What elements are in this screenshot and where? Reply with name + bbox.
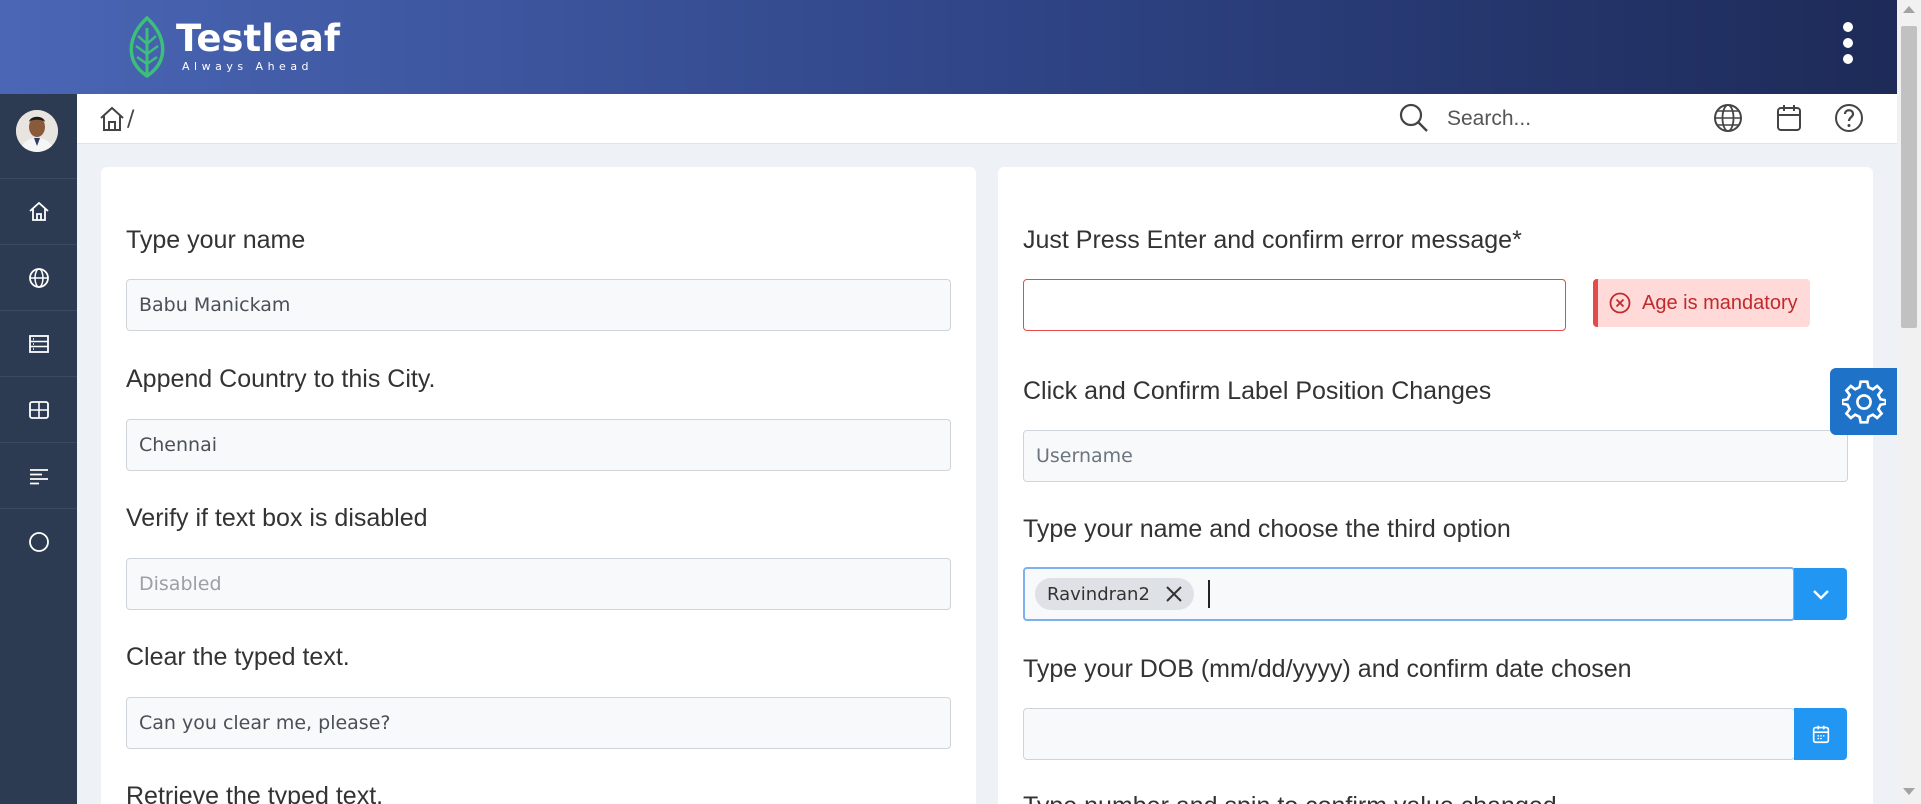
clear-text-input[interactable]: Can you clear me, please?: [126, 697, 951, 749]
scroll-down-icon[interactable]: [1903, 788, 1915, 795]
sidebar-item-server[interactable]: [0, 310, 77, 376]
help-icon[interactable]: [1832, 101, 1866, 135]
chip-remove-icon[interactable]: [1162, 582, 1186, 606]
scrollbar-thumb[interactable]: [1901, 26, 1917, 328]
chevron-down-icon: [1812, 590, 1829, 600]
dob-label: Type your DOB (mm/dd/yyyy) and confirm d…: [1023, 655, 1632, 683]
label-position-label: Click and Confirm Label Position Changes: [1023, 377, 1492, 405]
retrieve-text-label: Retrieve the typed text.: [126, 782, 384, 804]
append-city-input[interactable]: Chennai: [126, 419, 951, 471]
dob-input[interactable]: [1023, 708, 1795, 760]
calendar-button[interactable]: [1794, 708, 1847, 760]
sidebar-item-home[interactable]: [0, 178, 77, 244]
page-scrollbar[interactable]: [1897, 0, 1921, 804]
search-icon[interactable]: [1397, 101, 1431, 135]
leaf-logo-icon: [129, 15, 165, 78]
error-message-text: Age is mandatory: [1642, 291, 1798, 314]
error-message-badge: Age is mandatory: [1593, 279, 1810, 327]
chip-label: Ravindran2: [1047, 583, 1150, 605]
scroll-up-icon[interactable]: [1903, 6, 1915, 13]
top-bar: Testleaf Always Ahead: [0, 0, 1921, 94]
age-input[interactable]: [1023, 279, 1566, 331]
sidebar-item-list[interactable]: [0, 442, 77, 508]
list-icon: [29, 468, 48, 484]
logo-title: Testleaf: [176, 16, 340, 60]
autocomplete-chips-input[interactable]: Ravindran2: [1023, 567, 1795, 621]
error-circle-icon: [1609, 292, 1631, 314]
sidebar-item-circle[interactable]: [0, 508, 77, 574]
disabled-label: Verify if text box is disabled: [126, 504, 428, 532]
circle-icon: [28, 531, 49, 552]
home-icon: [28, 201, 49, 221]
sidebar-item-globe[interactable]: [0, 244, 77, 310]
calendar-icon[interactable]: [1772, 101, 1806, 135]
gear-icon: [1841, 379, 1886, 424]
sidebar: [0, 94, 77, 804]
breadcrumb: /: [97, 104, 134, 134]
spinner-label: Type number and spin to confirm value ch…: [1023, 792, 1557, 804]
kebab-menu-icon[interactable]: [1838, 22, 1858, 70]
disabled-input: Disabled: [126, 558, 951, 610]
sidebar-item-table[interactable]: [0, 376, 77, 442]
globe-icon: [28, 267, 49, 288]
autocomplete-label: Type your name and choose the third opti…: [1023, 515, 1511, 543]
search-input[interactable]: [1447, 102, 1667, 136]
dropdown-button[interactable]: [1794, 568, 1847, 620]
avatar[interactable]: [16, 110, 58, 152]
sub-header: /: [77, 94, 1897, 144]
name-input[interactable]: Babu Manickam: [126, 279, 951, 331]
name-label: Type your name: [126, 226, 306, 254]
clear-text-label: Clear the typed text.: [126, 643, 350, 671]
language-globe-icon[interactable]: [1711, 101, 1745, 135]
selected-chip: Ravindran2: [1035, 578, 1194, 610]
right-form-card: Just Press Enter and confirm error messa…: [998, 167, 1873, 804]
username-input[interactable]: Username: [1023, 430, 1848, 482]
calendar-small-icon: [1812, 725, 1829, 744]
home-breadcrumb-icon[interactable]: [97, 104, 127, 134]
table-icon: [28, 400, 49, 419]
breadcrumb-separator: /: [127, 106, 135, 132]
append-city-label: Append Country to this City.: [126, 365, 436, 393]
testleaf-logo[interactable]: Testleaf Always Ahead: [124, 14, 340, 78]
settings-gear-button[interactable]: [1830, 368, 1897, 435]
enter-error-label: Just Press Enter and confirm error messa…: [1023, 226, 1522, 254]
left-form-card: Type your name Babu Manickam Append Coun…: [101, 167, 976, 804]
logo-subtitle: Always Ahead: [182, 59, 314, 73]
server-icon: [28, 334, 49, 353]
text-cursor: [1207, 580, 1210, 608]
